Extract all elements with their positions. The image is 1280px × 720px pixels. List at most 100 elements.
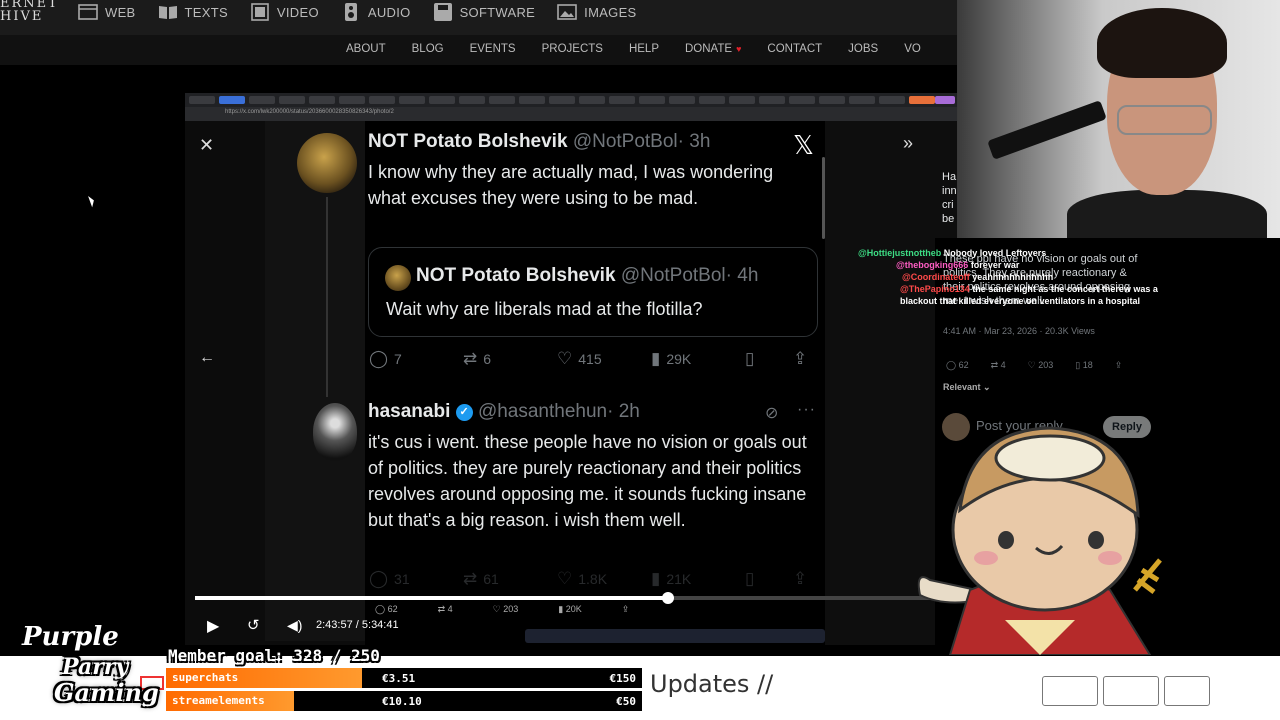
mini-like-count: 203 xyxy=(503,604,519,614)
chat-user: @Hottiejustnottheb xyxy=(858,248,942,258)
author-handle: @hasanthehun xyxy=(477,401,608,422)
seek-bar-fill xyxy=(195,596,668,600)
nav-label: WEB xyxy=(105,4,136,20)
repost-button[interactable]: ⇄ 61 xyxy=(463,569,557,589)
nav-software[interactable]: SOFTWARE xyxy=(433,3,536,21)
book-icon xyxy=(158,6,177,19)
donate-label: DONATE xyxy=(685,43,733,55)
time-total: 5:34:41 xyxy=(361,619,399,631)
like-button[interactable]: ♡ 203 xyxy=(1028,360,1054,371)
tweet-author[interactable]: NOT Potato Bolshevik @NotPotBol· 3h xyxy=(368,131,710,153)
url-text: https://x.com/lwk200000/status/203660002… xyxy=(225,109,394,115)
bookmark-button[interactable]: ▯ xyxy=(745,569,793,589)
subnav-jobs[interactable]: JOBS xyxy=(848,43,878,55)
repost-icon: ⇄ xyxy=(463,569,478,588)
close-icon[interactable]: ✕ xyxy=(199,135,214,156)
mini-likes: ♡ 203 xyxy=(492,604,519,614)
nav-label: TEXTS xyxy=(184,4,228,20)
nav-texts[interactable]: TEXTS xyxy=(158,3,228,21)
subnav-contact[interactable]: CONTACT xyxy=(767,43,822,55)
tweet-actions: ◯ 31 ⇄ 61 ♡ 1.8K ▮ 21K ▯ ⇪ xyxy=(369,569,807,589)
expand-panel-icon[interactable]: » xyxy=(903,133,913,154)
more-options-icon[interactable]: ··· xyxy=(797,401,816,419)
image-icon xyxy=(557,4,577,20)
quoted-text: Wait why are liberals mad at the flotill… xyxy=(386,299,703,319)
site-logo[interactable]: ERNET HIVE xyxy=(0,0,59,23)
bar-chart-icon: ▮ xyxy=(651,349,661,368)
ghost-button xyxy=(1103,676,1159,706)
chat-message: Nobody loved Leftovers xyxy=(943,248,1047,258)
author-name: NOT Potato Bolshevik xyxy=(368,131,568,152)
bookmark-count: 18 xyxy=(1082,360,1093,370)
streamer-hair xyxy=(1097,8,1227,78)
web-icon xyxy=(78,4,98,20)
like-button[interactable]: ♡ 415 xyxy=(557,349,651,369)
nav-images[interactable]: IMAGES xyxy=(557,3,636,21)
chat-overlay: @Hottiejustnottheb Nobody loved Leftover… xyxy=(858,247,1158,307)
ghost-button xyxy=(1042,676,1098,706)
avatar[interactable] xyxy=(313,403,357,461)
quoted-tweet[interactable] xyxy=(368,247,818,337)
video-player[interactable]: https://x.com/lwk200000/status/203660002… xyxy=(185,93,960,645)
repost-count: 61 xyxy=(483,571,499,587)
like-button[interactable]: ♡ 1.8K xyxy=(557,569,651,589)
author-handle: @NotPotBol xyxy=(620,265,726,286)
views-button[interactable]: ▮ 21K xyxy=(651,569,745,589)
repost-button[interactable]: ⇄ 6 xyxy=(463,349,557,369)
nav-label: VIDEO xyxy=(276,4,319,20)
play-icon[interactable]: ▶ xyxy=(207,616,219,636)
volume-icon[interactable]: ◀) xyxy=(287,617,302,634)
subnav-volunteer[interactable]: VO xyxy=(904,43,921,55)
nav-video[interactable]: VIDEO xyxy=(250,3,319,21)
views-button[interactable]: ▮ 29K xyxy=(651,349,745,369)
subnav-projects[interactable]: PROJECTS xyxy=(542,43,603,55)
bookmark-button[interactable]: ▯ 18 xyxy=(1075,360,1092,371)
donation-amount: €10.10 xyxy=(382,695,422,708)
tweet-time: · 4h xyxy=(725,265,759,286)
microphone-arm xyxy=(987,100,1107,160)
chat-user: @thebogking666 xyxy=(896,260,969,270)
reply-count: 7 xyxy=(394,351,402,367)
share-button[interactable]: ⇪ xyxy=(793,569,807,589)
repost-icon: ⇄ xyxy=(463,349,478,368)
nav-audio[interactable]: AUDIO xyxy=(341,3,411,21)
seek-knob[interactable] xyxy=(661,592,674,604)
subnav-about[interactable]: ABOUT xyxy=(346,43,386,55)
nav-label: IMAGES xyxy=(584,4,637,20)
mini-views: ▮ 20K xyxy=(558,604,582,614)
reply-button[interactable]: ◯ 62 xyxy=(946,360,969,371)
reply-icon: ◯ xyxy=(369,349,389,368)
grok-icon[interactable]: ⊘ xyxy=(765,403,778,423)
tweet-author[interactable]: hasanabi ✓ @hasanthehun· 2h xyxy=(368,401,640,423)
channel-brand-logo: Purple Parry Gaming xyxy=(6,620,166,720)
reply-button[interactable]: ◯ 31 xyxy=(369,569,463,589)
subnav-donate[interactable]: DONATE ♥ xyxy=(685,43,741,55)
mini-share-icon: ⇪ xyxy=(621,604,630,614)
share-button[interactable]: ⇪ xyxy=(793,349,807,369)
seek-bar[interactable] xyxy=(195,592,945,604)
floppy-icon xyxy=(433,3,452,21)
reply-button[interactable]: ◯ 7 xyxy=(369,349,463,369)
repost-count: 6 xyxy=(483,351,492,367)
reply-count: 31 xyxy=(394,571,410,587)
scrollbar[interactable] xyxy=(822,157,825,239)
avatar[interactable] xyxy=(297,133,357,193)
sort-relevant-dropdown[interactable]: Relevant ⌄ xyxy=(943,382,991,393)
share-icon[interactable]: ⇪ xyxy=(1115,360,1123,371)
reply-icon: ◯ xyxy=(369,569,389,588)
subnav-events[interactable]: EVENTS xyxy=(470,43,516,55)
sub-nav: ABOUT BLOG EVENTS PROJECTS HELP DONATE ♥ … xyxy=(0,35,960,65)
nav-label: AUDIO xyxy=(367,4,411,20)
subnav-blog[interactable]: BLOG xyxy=(412,43,444,55)
mouse-cursor-icon xyxy=(88,194,96,208)
quoted-author: NOT Potato Bolshevik @NotPotBol· 4h xyxy=(416,265,758,287)
brand-line-2: Parry xyxy=(62,654,129,680)
back-arrow-icon[interactable]: ← xyxy=(199,349,215,367)
subnav-help[interactable]: HELP xyxy=(629,43,659,55)
rewind-10-icon[interactable]: ↺ xyxy=(247,616,260,634)
nav-web[interactable]: WEB xyxy=(78,3,136,21)
bookmark-button[interactable]: ▯ xyxy=(745,349,793,369)
chat-message: yeahhhhhhhhhhhh xyxy=(972,272,1054,282)
mini-replies: ◯ 62 xyxy=(375,604,398,614)
repost-button[interactable]: ⇄ 4 xyxy=(991,360,1006,371)
